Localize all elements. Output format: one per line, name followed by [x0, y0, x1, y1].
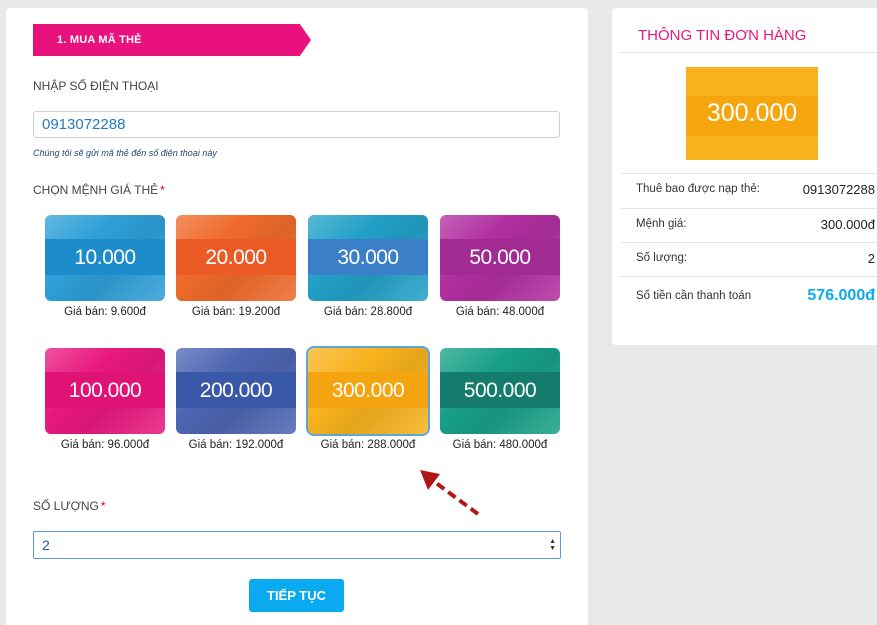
order-row-value: 300.000đ [820, 217, 875, 232]
card-option-100000[interactable]: 100.000 Giá bán: 96.000đ [45, 348, 165, 451]
phone-note: Chúng tôi sẽ gửi mã thẻ đến số điện thoạ… [33, 148, 217, 158]
card-amount: 200.000 [199, 379, 273, 402]
order-row-key: Số lượng: [636, 252, 688, 264]
card-option-10000[interactable]: 10.000 Giá bán: 9.600đ [45, 215, 165, 318]
card-face: 200.000 [176, 348, 296, 434]
card-amount: 100.000 [68, 379, 142, 402]
phone-label: NHẬP SỐ ĐIỆN THOẠI [33, 79, 159, 93]
divider [620, 276, 877, 277]
spinner-arrows-icon[interactable]: ▲ ▼ [549, 538, 556, 552]
order-title: THÔNG TIN ĐƠN HÀNG [638, 27, 807, 44]
card-amount: 500.000 [463, 379, 537, 402]
card-price: Giá bán: 288.000đ [320, 439, 416, 451]
order-row-total: Số tiền cần thanh toán 576.000đ [620, 280, 877, 316]
card-amount: 50.000 [469, 246, 531, 269]
card-price: Giá bán: 19.200đ [191, 306, 281, 318]
quantity-label: SỐ LƯỢNG * [33, 499, 106, 513]
card-amount: 20.000 [205, 246, 267, 269]
order-card-image: 300.000 [686, 67, 818, 160]
card-option-500000[interactable]: 500.000 Giá bán: 480.000đ [440, 348, 560, 451]
card-face: 500.000 [440, 348, 560, 434]
quantity-value: 2 [42, 537, 50, 553]
denomination-label: CHỌN MỆNH GIÁ THẺ * [33, 183, 165, 197]
card-price: Giá bán: 48.000đ [455, 306, 545, 318]
card-amount: 10.000 [74, 246, 136, 269]
card-face: 100.000 [45, 348, 165, 434]
continue-button[interactable]: TIẾP TỤC [249, 579, 344, 612]
purchase-form-panel: 1. MUA MÃ THẺ NHẬP SỐ ĐIỆN THOẠI 0913072… [6, 8, 588, 625]
order-row-quantity: Số lượng: 2 [620, 242, 877, 278]
card-face: 300.000 [306, 346, 430, 436]
card-option-50000[interactable]: 50.000 Giá bán: 48.000đ [440, 215, 560, 318]
card-face: 50.000 [440, 215, 560, 301]
order-row-key: Thuê bao được nạp thẻ: [636, 183, 760, 195]
card-price: Giá bán: 480.000đ [452, 439, 548, 451]
order-row-subscriber: Thuê bao được nạp thẻ: 0913072288 [620, 173, 877, 209]
order-summary-panel: THÔNG TIN ĐƠN HÀNG 300.000 Thuê bao được… [612, 8, 877, 345]
order-row-key: Mệnh giá: [636, 218, 687, 230]
card-option-20000[interactable]: 20.000 Giá bán: 19.200đ [176, 215, 296, 318]
order-card-amount: 300.000 [706, 99, 798, 127]
divider [620, 52, 877, 53]
card-price: Giá bán: 28.800đ [323, 306, 413, 318]
card-option-300000[interactable]: 300.000 Giá bán: 288.000đ [306, 346, 430, 451]
annotation-arrow-icon [420, 470, 480, 516]
denomination-label-text: CHỌN MỆNH GIÁ THẺ [33, 183, 159, 197]
quantity-stepper[interactable]: 2 ▲ ▼ [33, 531, 561, 559]
card-option-200000[interactable]: 200.000 Giá bán: 192.000đ [176, 348, 296, 451]
order-total-value: 576.000đ [807, 287, 875, 304]
card-face: 30.000 [308, 215, 428, 301]
card-face: 20.000 [176, 215, 296, 301]
card-price: Giá bán: 96.000đ [60, 439, 150, 451]
card-amount: 30.000 [337, 246, 399, 269]
order-row-value: 2 [867, 251, 875, 266]
required-mark: * [100, 499, 106, 513]
card-option-30000[interactable]: 30.000 Giá bán: 28.800đ [308, 215, 428, 318]
card-face: 10.000 [45, 215, 165, 301]
order-row-value: 0913072288 [802, 182, 875, 197]
order-row-denomination: Mệnh giá: 300.000đ [620, 208, 877, 244]
phone-input[interactable]: 0913072288 [33, 111, 560, 138]
required-mark: * [160, 183, 165, 197]
card-price: Giá bán: 192.000đ [188, 439, 284, 451]
order-row-key: Số tiền cần thanh toán [636, 290, 752, 302]
step-banner: 1. MUA MÃ THẺ [33, 24, 311, 56]
card-amount: 300.000 [331, 379, 405, 402]
quantity-label-text: SỐ LƯỢNG [33, 499, 99, 513]
card-price: Giá bán: 9.600đ [64, 306, 146, 318]
